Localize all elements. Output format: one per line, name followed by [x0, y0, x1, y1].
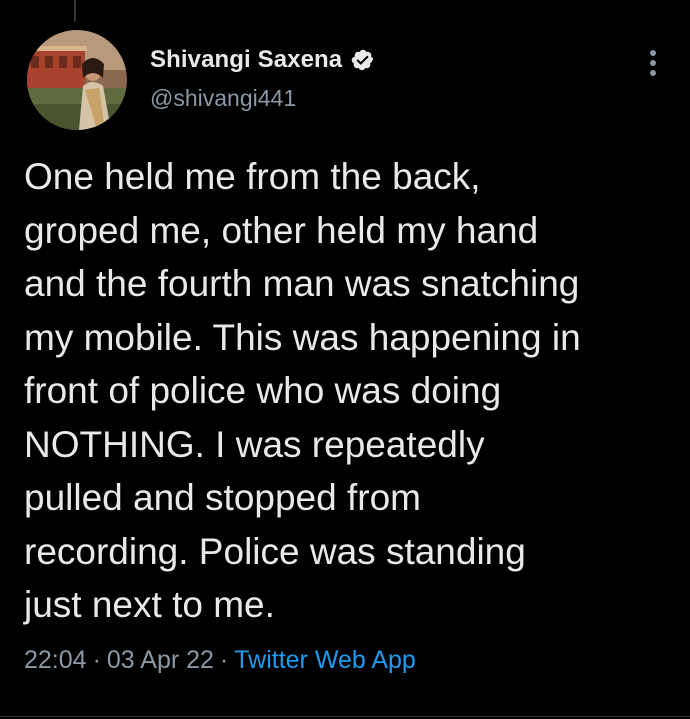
- verified-badge-icon: [351, 48, 375, 72]
- avatar-photo: [27, 30, 127, 130]
- tweet-source-link[interactable]: Twitter Web App: [234, 646, 416, 674]
- more-options-button[interactable]: [640, 46, 666, 80]
- meta-separator: ·: [92, 646, 101, 674]
- divider: [0, 716, 690, 717]
- more-vertical-icon: [650, 50, 656, 76]
- avatar[interactable]: [27, 30, 127, 130]
- tweet-time[interactable]: 22:04: [24, 646, 87, 674]
- tweet-text: One held me from the back, groped me, ot…: [24, 156, 581, 625]
- meta-separator: ·: [219, 646, 229, 674]
- tweet-date[interactable]: 03 Apr 22: [107, 646, 214, 674]
- tweet-meta: 22:04 · 03 Apr 22 · Twitter Web App: [24, 646, 416, 675]
- thread-connector-line: [74, 0, 76, 22]
- author-display-name[interactable]: Shivangi Saxena: [150, 46, 342, 74]
- author-handle[interactable]: @shivangi441: [150, 85, 296, 112]
- author-name-row: Shivangi Saxena: [150, 46, 375, 74]
